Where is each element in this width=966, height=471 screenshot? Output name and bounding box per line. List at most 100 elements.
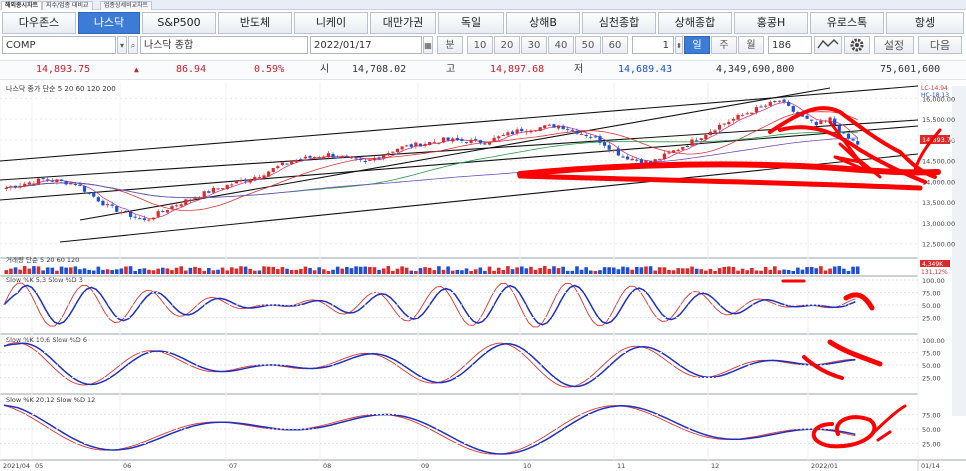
nav-germany[interactable]: 독일 [438,12,504,34]
tf-week-button[interactable]: 주 [711,36,737,54]
count-spinner[interactable]: ⬍ [675,36,683,54]
candle-body [36,178,41,185]
nav-shanghai-composite[interactable]: 상해종합 [658,12,732,34]
nav-shanghai-b[interactable]: 상해B [506,12,580,34]
settings-button[interactable]: 설정 [874,36,914,54]
nav-taiwan[interactable]: 대만가권 [370,12,436,34]
candle-body [248,179,252,183]
nav-hongkong-h[interactable]: 홍콩H [734,12,808,34]
candle-body [616,148,620,156]
gear-icon[interactable] [844,36,870,54]
volume-bar [552,266,556,274]
volume-bar [197,267,202,274]
candle-body [814,121,818,126]
period-30-button[interactable]: 30 [521,36,547,54]
chevron-down-icon[interactable]: ▾ [117,36,127,54]
calendar-icon[interactable]: ▦ [423,36,433,54]
candle-body [32,183,36,185]
volume-bar [759,270,763,274]
volume-bar [469,270,473,274]
chart-area[interactable]: 16,000.0015,500.0015,000.0014,500.0014,0… [0,82,966,471]
candle-body [59,179,64,181]
nav-nasdaq[interactable]: 나스닥 [78,12,140,34]
candle-body [520,128,524,132]
period-50-button[interactable]: 50 [575,36,601,54]
period-40-button[interactable]: 40 [548,36,574,54]
volume-bar [156,268,160,274]
candle-body [759,106,763,108]
volume-bar [414,270,418,274]
volume-bar [750,268,754,274]
volume-legend: 거래량 단순 5 20 60 120 [6,255,79,264]
nav-dow[interactable]: 다우존스 [2,12,76,34]
volume-bar [27,268,32,274]
symbol-code-input[interactable]: COMP [2,36,116,54]
nav-eurostoxx[interactable]: 유로스톡 [810,12,884,34]
volume-bar [308,267,312,274]
date-input[interactable]: 2022/01/17 [310,36,422,54]
volume-bar [699,269,704,274]
period-10-button[interactable]: 10 [467,36,493,54]
volume-bar [110,270,114,274]
stoch-tick-label: 100.00 [922,277,945,285]
volume-bar [32,266,36,274]
volume-bar [754,270,759,274]
candle-body [82,186,87,192]
volume-bar [271,266,276,274]
nav-sp500[interactable]: S&P500 [142,12,216,34]
volume-bar [377,269,381,274]
candle-body [510,131,515,134]
candle-body [50,180,54,182]
candle-body [851,139,855,141]
bars-count-input[interactable]: 186 [768,36,812,54]
tab-sector-compare[interactable]: 업종상세비교차트 [100,1,153,10]
volume-bar [685,268,690,274]
period-20-button[interactable]: 20 [494,36,520,54]
volume-bar [524,268,529,274]
volume-bar [391,270,395,274]
volume-bar [745,270,750,274]
candle-body [552,124,556,128]
candle-body [414,142,418,147]
time-tick-label: 09 [421,462,429,470]
tab-index-compare[interactable]: 지수/업종 대비교 [42,1,93,10]
period-60-button[interactable]: 60 [602,36,628,54]
count-input[interactable]: 1 [632,36,674,54]
candle-body [842,132,846,134]
tf-day-button[interactable]: 일 [684,36,710,54]
candle-body [55,179,59,182]
candle-body [593,136,597,138]
search-icon[interactable]: ⌕ [128,36,138,54]
volume-bar [796,267,800,274]
volume-value: 4,349,690,800 [716,64,795,75]
volume-bar [220,267,225,274]
candle-body [317,157,321,159]
volume-bar [717,268,722,274]
candle-body [676,149,680,152]
volume-bar [575,266,579,274]
candle-body [409,144,413,147]
candle-body [179,204,183,207]
candle-body [644,160,648,163]
nav-semiconductor[interactable]: 반도체 [218,12,292,34]
candle-body [469,139,473,143]
interval-minute-button[interactable]: 분 [437,36,463,54]
draw-tool-icon[interactable] [814,36,842,54]
volume-bar [257,270,262,274]
candle-body [566,128,570,130]
nav-nikkei[interactable]: 니케이 [294,12,368,34]
stoch-tick-label: 50.00 [922,362,941,370]
time-tick-label: 01/14 [921,462,940,470]
volume-bar [133,270,137,274]
candle-body [290,160,294,165]
nav-hangseng[interactable]: 항셍 [886,12,964,34]
next-button[interactable]: 다음 [918,36,962,54]
candle-body [280,162,285,166]
nav-shenzhen[interactable]: 심천종합 [582,12,656,34]
tf-month-button[interactable]: 월 [738,36,764,54]
candle-body [276,166,280,169]
candle-body [161,211,165,213]
tab-overseas-chart[interactable]: 해외종시차트 [1,1,43,10]
volume-bar [823,270,828,274]
candle-body [506,132,510,136]
